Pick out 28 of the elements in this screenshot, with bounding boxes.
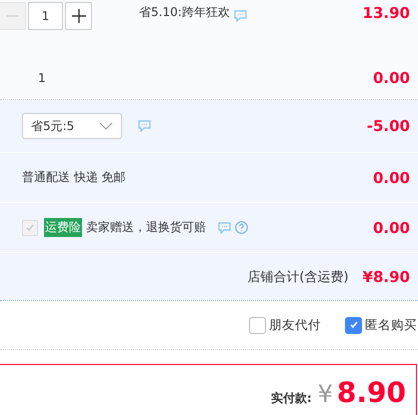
shipping-price: 0.00	[372, 168, 410, 186]
increment-button[interactable]	[65, 2, 92, 30]
item-price: 13.90	[362, 4, 410, 22]
chevron-down-icon	[99, 122, 113, 130]
plus-icon	[72, 9, 86, 23]
item-price: 0.00	[372, 69, 410, 87]
payment-amount: 8.90	[336, 379, 406, 407]
option-checkbox[interactable]: 匿名购买	[345, 316, 417, 334]
option-checkbox[interactable]: 朋友代付	[249, 316, 321, 334]
quantity-text: 1	[38, 71, 46, 85]
help-icon[interactable]	[235, 221, 248, 234]
payment-label: 实付款:	[270, 392, 312, 404]
chat-icon[interactable]	[218, 222, 231, 234]
store-total-amount: ¥8.90	[362, 268, 410, 286]
insurance-badge: 运费险	[44, 218, 82, 237]
insurance-price: 0.00	[372, 218, 410, 236]
discount-amount: -5.00	[366, 117, 410, 135]
currency-symbol: ¥	[318, 382, 333, 406]
check-icon	[348, 320, 358, 330]
check-icon	[25, 222, 35, 232]
store-total-label: 店铺合计(含运费)	[247, 268, 349, 286]
chat-icon[interactable]	[138, 120, 151, 132]
coupon-select[interactable]: 省5元:5	[22, 113, 122, 139]
shipping-method: 普通配送 快递 免邮	[22, 169, 126, 186]
chat-icon[interactable]	[234, 10, 247, 22]
quantity-field[interactable]: 1	[28, 2, 63, 30]
insurance-text: 卖家赠送，退换货可赔	[86, 219, 206, 236]
promotion-text: 省5.10:跨年狂欢	[139, 4, 230, 21]
